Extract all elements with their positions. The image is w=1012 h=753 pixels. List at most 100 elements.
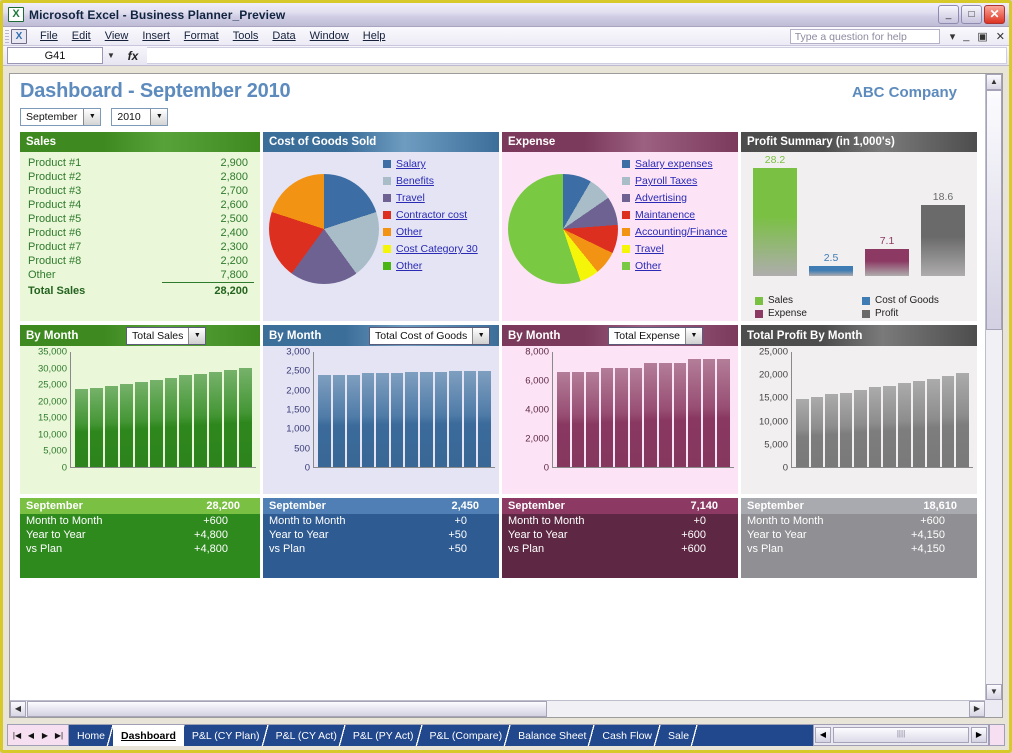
legend-swatch xyxy=(622,245,630,253)
chevron-down-icon[interactable]: ▼ xyxy=(150,109,167,125)
chevron-down-icon[interactable]: ▼ xyxy=(83,109,100,125)
menu-item-tools[interactable]: Tools xyxy=(226,28,266,44)
first-sheet-icon[interactable]: |◀ xyxy=(10,731,24,740)
legend-label[interactable]: Salary expenses xyxy=(635,158,713,170)
doc-minimize-icon[interactable]: _ xyxy=(959,30,973,42)
legend-label[interactable]: Payroll Taxes xyxy=(635,175,697,187)
legend-label[interactable]: Salary xyxy=(396,158,426,170)
name-box[interactable]: G41 xyxy=(7,47,103,64)
prev-sheet-icon[interactable]: ◀ xyxy=(24,731,38,740)
scroll-down-icon[interactable]: ▼ xyxy=(986,684,1002,700)
ask-a-question-input[interactable]: Type a question for help xyxy=(790,29,940,44)
month-select[interactable]: September ▼ xyxy=(20,108,101,126)
year-select[interactable]: 2010 ▼ xyxy=(111,108,168,126)
horizontal-scroll-thumb[interactable] xyxy=(27,701,547,717)
legend-item[interactable]: Accounting/Finance xyxy=(622,226,727,238)
last-sheet-icon[interactable]: ▶| xyxy=(52,731,66,740)
legend-item[interactable]: Other xyxy=(383,226,478,238)
legend-item[interactable]: Other xyxy=(622,260,727,272)
sheet-tab-p-l-cy-act[interactable]: P&L (CY Act) xyxy=(268,725,345,746)
sheet-tab-p-l-py-act[interactable]: P&L (PY Act) xyxy=(345,725,422,746)
sheet-tab-p-l-compare[interactable]: P&L (Compare) xyxy=(422,725,511,746)
vertical-scroll-thumb[interactable] xyxy=(986,90,1002,330)
y-axis-tick: 30,000 xyxy=(38,363,67,374)
doc-restore-icon[interactable]: ▣ xyxy=(973,30,991,43)
sheet-nav-buttons: |◀ ◀ ▶ ▶| xyxy=(7,724,69,746)
legend-item[interactable]: Salary xyxy=(383,158,478,170)
legend-item[interactable]: Advertising xyxy=(622,192,727,204)
legend-item[interactable]: Travel xyxy=(622,243,727,255)
expense-by-month-header: By Month Total Expense ▼ xyxy=(502,325,738,346)
name-box-dropdown-icon[interactable]: ▼ xyxy=(103,51,119,60)
menu-item-help[interactable]: Help xyxy=(356,28,393,44)
legend-item[interactable]: Cost Category 30 xyxy=(383,243,478,255)
insert-function-icon[interactable]: fx xyxy=(119,49,147,63)
cogs-by-month-chart: 05001,0001,5002,0002,5003,000JanMarMayJu… xyxy=(263,346,499,494)
legend-label[interactable]: Travel xyxy=(396,192,425,204)
chevron-down-icon[interactable]: ▼ xyxy=(685,328,702,344)
tab-scroll-left-icon[interactable]: ◀ xyxy=(815,727,831,743)
menu-item-view[interactable]: View xyxy=(98,28,136,44)
scroll-left-icon[interactable]: ◀ xyxy=(10,701,26,717)
legend-label[interactable]: Travel xyxy=(635,243,664,255)
legend-item[interactable]: Payroll Taxes xyxy=(622,175,727,187)
legend-label[interactable]: Advertising xyxy=(635,192,687,204)
menu-item-format[interactable]: Format xyxy=(177,28,226,44)
maximize-button[interactable]: □ xyxy=(961,5,982,24)
expense-metric-select[interactable]: Total Expense ▼ xyxy=(608,327,703,345)
chevron-down-icon[interactable]: ▼ xyxy=(472,328,489,344)
legend-item[interactable]: Salary expenses xyxy=(622,158,727,170)
legend-item[interactable]: Contractor cost xyxy=(383,209,478,221)
cogs-metric-value: Total Cost of Goods xyxy=(370,328,472,344)
sheet-tab-label: Home xyxy=(77,730,105,742)
bar xyxy=(90,388,103,467)
close-button[interactable]: ✕ xyxy=(984,5,1005,24)
horizontal-scrollbar[interactable]: ◀ ▶ xyxy=(10,700,985,717)
legend-label[interactable]: Other xyxy=(396,260,422,272)
toolbar-options-icon[interactable]: ▾ xyxy=(946,30,960,43)
summary-row: September28,200Month to Month+600Year to… xyxy=(20,498,977,578)
y-axis-tick: 35,000 xyxy=(38,347,67,358)
chevron-down-icon[interactable]: ▼ xyxy=(188,328,205,344)
legend-label[interactable]: Cost Category 30 xyxy=(396,243,478,255)
legend-label[interactable]: Benefits xyxy=(396,175,434,187)
menu-item-data[interactable]: Data xyxy=(265,28,302,44)
tab-scroll-right-icon[interactable]: ▶ xyxy=(971,727,987,743)
formula-input[interactable] xyxy=(147,47,1007,64)
menu-item-file[interactable]: File xyxy=(33,28,65,44)
summary-period: September xyxy=(269,500,326,512)
sheet-tab-p-l-cy-plan[interactable]: P&L (CY Plan) xyxy=(184,725,268,746)
sales-metric-select[interactable]: Total Sales ▼ xyxy=(126,327,206,345)
minimize-button[interactable]: _ xyxy=(938,5,959,24)
cogs-metric-select[interactable]: Total Cost of Goods ▼ xyxy=(369,327,490,345)
legend-swatch xyxy=(622,160,630,168)
tab-scroll-track[interactable] xyxy=(833,727,969,743)
scroll-right-icon[interactable]: ▶ xyxy=(969,701,985,717)
menu-grip-handle[interactable] xyxy=(5,30,9,43)
legend-item[interactable]: Other xyxy=(383,260,478,272)
legend-item[interactable]: Maintanence xyxy=(622,209,727,221)
menu-item-insert[interactable]: Insert xyxy=(135,28,177,44)
sheet-tab-balance-sheet[interactable]: Balance Sheet xyxy=(510,725,594,746)
scroll-up-icon[interactable]: ▲ xyxy=(986,74,1002,90)
bar xyxy=(75,389,88,467)
sheet-tab-sale[interactable]: Sale xyxy=(660,725,697,746)
vertical-scrollbar[interactable]: ▲ ▼ xyxy=(985,74,1002,700)
sheet-tab-cash-flow[interactable]: Cash Flow xyxy=(594,725,660,746)
menu-item-window[interactable]: Window xyxy=(303,28,356,44)
legend-item[interactable]: Benefits xyxy=(383,175,478,187)
next-sheet-icon[interactable]: ▶ xyxy=(38,731,52,740)
legend-label[interactable]: Other xyxy=(396,226,422,238)
legend-label[interactable]: Other xyxy=(635,260,661,272)
y-axis-tick: 2,000 xyxy=(525,434,549,445)
legend-item[interactable]: Travel xyxy=(383,192,478,204)
legend-label[interactable]: Maintanence xyxy=(635,209,695,221)
chart-plot-area: 02,0004,0006,0008,000 xyxy=(504,352,734,494)
sheet-tab-dashboard[interactable]: Dashboard xyxy=(113,725,184,746)
sheet-tab-home[interactable]: Home xyxy=(69,725,113,746)
legend-label[interactable]: Contractor cost xyxy=(396,209,467,221)
doc-close-icon[interactable]: ✕ xyxy=(992,30,1009,43)
menu-item-edit[interactable]: Edit xyxy=(65,28,98,44)
tab-scrollbar[interactable]: ◀ ▶ xyxy=(813,724,989,746)
legend-label[interactable]: Accounting/Finance xyxy=(635,226,727,238)
